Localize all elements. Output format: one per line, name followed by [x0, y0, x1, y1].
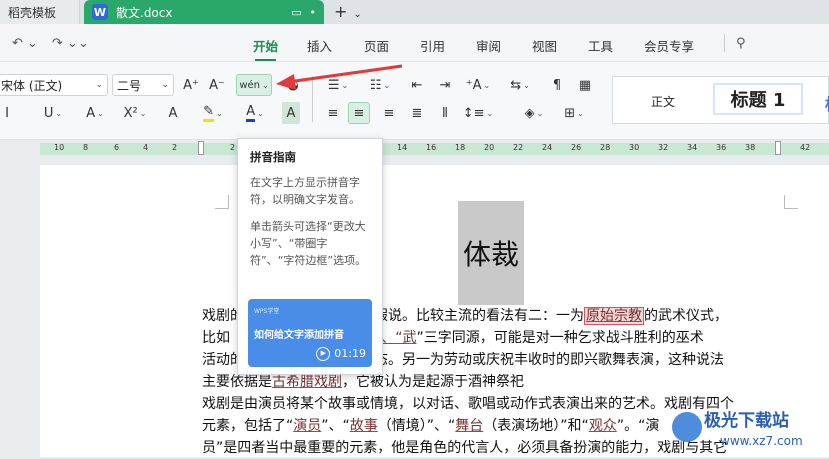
tooltip-hint: 单击箭头可选择“更改大小写”、“带圈字符”、“字符边框”选项。: [250, 220, 367, 267]
style-gallery: 正文 标题 1 标: [612, 76, 829, 124]
menu-bar: ↶ ⌄ ↷ ⌄ ⌄ 开始 插入 页面 引用 审阅 视图 工具 会员专享 ⚲: [0, 24, 829, 62]
menu-member[interactable]: 会员专享: [644, 36, 694, 55]
increase-indent-icon[interactable]: ⇥: [434, 74, 456, 96]
tab-document[interactable]: W 散文.docx ▭ •: [84, 0, 324, 24]
chevron-down-icon: ⌄: [161, 80, 169, 90]
search-icon[interactable]: ⚲: [736, 36, 746, 51]
text-effect-icon[interactable]: A: [162, 102, 184, 124]
show-marks-icon[interactable]: ¶: [546, 74, 568, 96]
video-duration: 01:19: [334, 347, 366, 360]
menu-view[interactable]: 视图: [532, 36, 557, 55]
menu-page[interactable]: 页面: [364, 36, 389, 55]
superscript-icon[interactable]: X² ⌄: [120, 102, 150, 124]
align-right-icon[interactable]: ≡: [378, 102, 400, 124]
sort-icon[interactable]: ⇆ ⌄: [504, 74, 536, 96]
menu-insert[interactable]: 插入: [307, 36, 332, 55]
redo-icon[interactable]: ↷ ⌄: [52, 36, 78, 51]
divider: [312, 76, 313, 122]
justify-icon[interactable]: ≣: [406, 102, 428, 124]
pinyin-guide-button[interactable]: wén ⌄: [236, 74, 272, 96]
decrease-indent-icon[interactable]: ⇤: [406, 74, 428, 96]
monitor-icon[interactable]: ▭: [291, 6, 301, 19]
margin-corner: [784, 195, 798, 209]
ribbon-toolbar: 宋体 (正文) ⌄ 二号 ⌄ A⁺ A⁻ wén ⌄ ◒ I U ⌄ A ⌄ X² ⌄ A …: [0, 62, 829, 140]
margin-corner: [215, 195, 229, 209]
font-color-icon[interactable]: A ⌄: [240, 102, 270, 124]
menu-review[interactable]: 审阅: [476, 36, 501, 55]
tooltip-description: 在文字上方显示拼音字符，以明确文字发音。: [250, 176, 360, 206]
line-spacing-icon[interactable]: ↕≡ ⌄: [462, 102, 494, 124]
undo-icon[interactable]: ↶ ⌄: [12, 36, 38, 51]
horizontal-ruler[interactable]: 10 8 6 4 2 2 14 16 18 20 22 24 26 28 30 …: [40, 141, 829, 155]
pinyin-guide-tooltip: 拼音指南 在文字上方显示拼音字符，以明确文字发音。 单击箭头可选择“更改大小写”…: [237, 138, 383, 375]
menu-home[interactable]: 开始: [253, 36, 278, 61]
divider: [724, 34, 725, 52]
menu-tools[interactable]: 工具: [588, 36, 613, 55]
watermark-logo-icon: [672, 412, 702, 442]
shading-icon[interactable]: ◈ ⌄: [518, 102, 550, 124]
watermark-name: 极光下载站: [704, 411, 789, 431]
close-tab-icon[interactable]: •: [310, 6, 317, 19]
tab-templates[interactable]: 稻壳模板: [0, 0, 80, 24]
tab-document-label: 散文.docx: [116, 5, 173, 20]
document-title[interactable]: 体裁: [458, 201, 524, 305]
chevron-down-icon[interactable]: ⌄: [262, 81, 269, 90]
italic-icon[interactable]: I: [0, 102, 14, 124]
highlight-icon[interactable]: ✎ ⌄: [198, 102, 228, 124]
play-icon[interactable]: ▶: [316, 346, 331, 361]
increase-font-size-icon[interactable]: A⁺: [180, 74, 202, 96]
underline-icon[interactable]: U ⌄: [40, 102, 66, 124]
right-indent-marker[interactable]: [775, 141, 781, 155]
watermark-url: www.xz7.com: [720, 434, 803, 448]
align-center-icon[interactable]: ≡: [348, 102, 370, 124]
char-shading-icon[interactable]: A: [282, 102, 300, 124]
quick-access-more-icon[interactable]: ⌄: [78, 36, 89, 51]
align-left-icon[interactable]: ≡: [322, 102, 344, 124]
numbered-list-icon[interactable]: ☷ ⌄: [364, 74, 396, 96]
video-title: 如何给文字添加拼音: [254, 330, 344, 341]
tutorial-video-thumbnail[interactable]: WPS学堂 如何给文字添加拼音 ▶ 01:19: [248, 299, 372, 367]
text-direction-icon[interactable]: ⁺A ⌄: [462, 74, 494, 96]
pinyin-icon: wén: [239, 79, 260, 91]
menu-references[interactable]: 引用: [420, 36, 445, 55]
video-brand: WPS学堂: [254, 308, 280, 315]
word-doc-icon: W: [92, 4, 108, 20]
decrease-font-size-icon[interactable]: A⁻: [206, 74, 228, 96]
style-heading-2-partial[interactable]: 标: [825, 91, 829, 115]
clear-format-icon[interactable]: ◒: [282, 74, 304, 96]
font-size-select[interactable]: 二号 ⌄: [112, 74, 174, 96]
chevron-down-icon: ⌄: [95, 80, 103, 90]
style-heading-1[interactable]: 标题 1: [713, 83, 803, 115]
font-name-select[interactable]: 宋体 (正文) ⌄: [0, 74, 108, 96]
tab-templates-label: 稻壳模板: [8, 5, 57, 20]
tooltip-title: 拼音指南: [250, 150, 296, 164]
strikethrough-icon[interactable]: A ⌄: [82, 102, 108, 124]
tab-bar: 稻壳模板 W 散文.docx ▭ • + ⌄: [0, 0, 829, 24]
table-grid-icon[interactable]: ▦: [574, 74, 596, 96]
new-tab-button[interactable]: + ⌄: [334, 2, 362, 21]
bullet-list-icon[interactable]: ☰ ⌄: [322, 74, 354, 96]
chevron-down-icon[interactable]: ⌄: [353, 9, 361, 20]
site-watermark: 极光下载站 www.xz7.com: [668, 404, 828, 456]
distribute-icon[interactable]: ⫴: [434, 102, 456, 124]
indent-marker[interactable]: [198, 141, 204, 155]
style-normal[interactable]: 正文: [651, 93, 675, 110]
borders-icon[interactable]: ⊞ ⌄: [558, 102, 590, 124]
